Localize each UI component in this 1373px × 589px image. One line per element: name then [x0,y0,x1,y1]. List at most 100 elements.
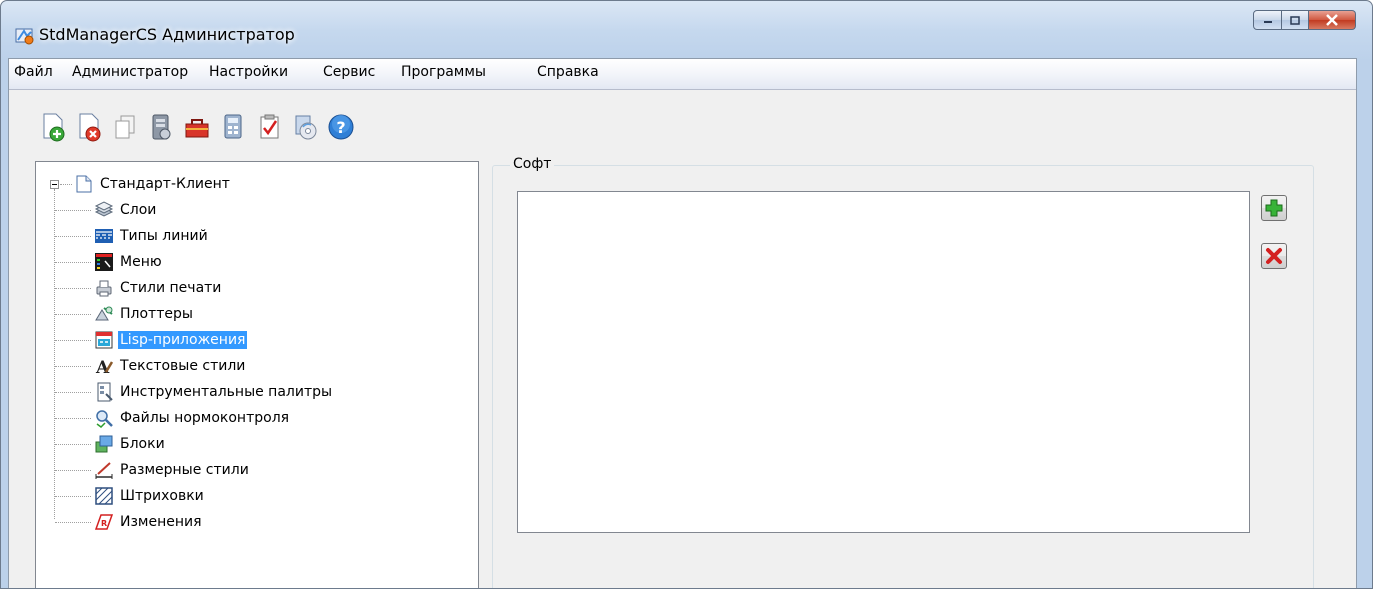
tree-item-label: Типы линий [120,228,208,244]
soft-list[interactable] [517,191,1250,533]
app-icon [15,28,34,45]
lisp-app-icon [95,331,113,349]
help-button[interactable]: ? [325,111,357,143]
title-bar[interactable]: StdManagerCS Администратор [1,1,1372,47]
tree-item-label: Слои [120,202,157,218]
minimize-button[interactable] [1253,10,1282,30]
install-button[interactable] [289,111,321,143]
close-icon [1326,14,1338,26]
tree-item[interactable]: Файлы нормоконтроля [94,405,291,431]
linetypes-icon [95,229,113,243]
close-button[interactable] [1309,10,1356,30]
calculator-icon [224,114,242,139]
menu-file[interactable]: Файл [14,64,53,80]
tool-palette-icon [97,382,113,402]
maximize-button[interactable] [1282,10,1309,30]
window-title: StdManagerCS Администратор [39,25,295,44]
tree-connector [55,288,91,289]
svg-text:R: R [101,519,107,528]
tree-item[interactable]: R Изменения [94,509,204,535]
tree-connector [55,522,91,523]
help-icon: ? [328,114,354,140]
print-styles-icon [96,280,112,297]
tree-item-label: Блоки [120,436,165,452]
tree-connector [55,236,91,237]
standards-tree[interactable]: Стандарт-Клиент Слои Типы линий Меню Стили … [35,161,479,588]
menu-service[interactable]: Сервис [323,64,375,80]
tree-connector [55,470,91,471]
tree-item-label: Файлы нормоконтроля [120,410,290,426]
tree-item[interactable]: Инструментальные палитры [94,379,334,405]
client-area: Файл Администратор Настройки Сервис Прог… [8,58,1357,588]
changes-icon: R [94,514,114,530]
tree-item[interactable]: Слои [94,197,158,223]
server-button[interactable] [145,111,177,143]
tree-connector [55,444,91,445]
minimize-icon [1263,21,1272,23]
tree-connector [55,496,91,497]
calculator-button[interactable] [217,111,249,143]
tree-item[interactable]: A Текстовые стили [94,353,247,379]
add-soft-button[interactable] [1261,195,1287,221]
tree-item[interactable]: Штриховки [94,483,206,509]
standards-check-icon [96,410,113,428]
copy-icon [115,115,135,139]
document-icon [76,175,92,193]
blocks-icon [95,435,113,453]
svg-text:?: ? [336,118,345,137]
plus-icon [1265,199,1283,217]
tree-item-label: Штриховки [120,488,204,504]
caption-buttons [1253,10,1356,30]
new-button[interactable] [37,111,69,143]
hatch-icon [95,487,113,505]
tree-connector [55,418,91,419]
plotter-icon [95,306,113,321]
tree-item-label: Изменения [120,514,202,530]
tree-item[interactable]: Плоттеры [94,301,195,327]
remove-soft-button[interactable] [1261,243,1287,269]
toolbox-button[interactable] [181,111,213,143]
tree-item-label: Стили печати [120,280,222,296]
menu-bar: Файл Администратор Настройки Сервис Прог… [9,59,1356,90]
tree-root-connector [60,184,72,185]
tree-connector [55,340,91,341]
delete-button[interactable] [73,111,105,143]
tree-item[interactable]: Типы линий [94,223,210,249]
dimension-style-icon [95,462,113,479]
copy-button[interactable] [109,111,141,143]
layers-icon [94,201,114,217]
tree-item-label: Плоттеры [120,306,193,322]
tree-root-expander[interactable] [50,180,59,189]
text-style-icon: A [95,358,114,376]
tree-item-label: Размерные стили [120,462,249,478]
app-window: StdManagerCS Администратор Файл Админист… [0,0,1373,589]
tree-item-label: Инструментальные палитры [120,384,333,400]
tree-root-label: Стандарт-Клиент [100,176,230,192]
menu-administrator[interactable]: Администратор [72,64,188,80]
menu-programs[interactable]: Программы [401,64,486,80]
menu-settings[interactable]: Настройки [209,64,288,80]
toolbox-icon [185,119,209,138]
soft-group-title: Софт [510,156,555,172]
maximize-icon [1290,15,1300,25]
toolbar: ? [9,91,1356,155]
tree-root-node[interactable]: Стандарт-Клиент [74,171,232,197]
tree-connector [55,262,91,263]
tree-connector [55,314,91,315]
tree-item[interactable]: Стили печати [94,275,223,301]
tree-item-label: Lisp-приложения [118,331,248,349]
menu-icon [95,253,113,271]
checklist-icon [260,114,279,139]
checklist-button[interactable] [253,111,285,143]
tree-item[interactable]: Блоки [94,431,167,457]
new-document-icon [43,113,65,142]
tree-item[interactable]: Lisp-приложения [94,327,248,353]
tree-item[interactable]: Меню [94,249,164,275]
tree-item[interactable]: Размерные стили [94,457,251,483]
tree-item-label: Меню [120,254,162,270]
tree-connector [55,210,91,211]
delete-document-icon [79,113,101,142]
remove-icon [1266,248,1282,264]
menu-help[interactable]: Справка [537,64,599,80]
install-disc-icon [295,115,317,140]
